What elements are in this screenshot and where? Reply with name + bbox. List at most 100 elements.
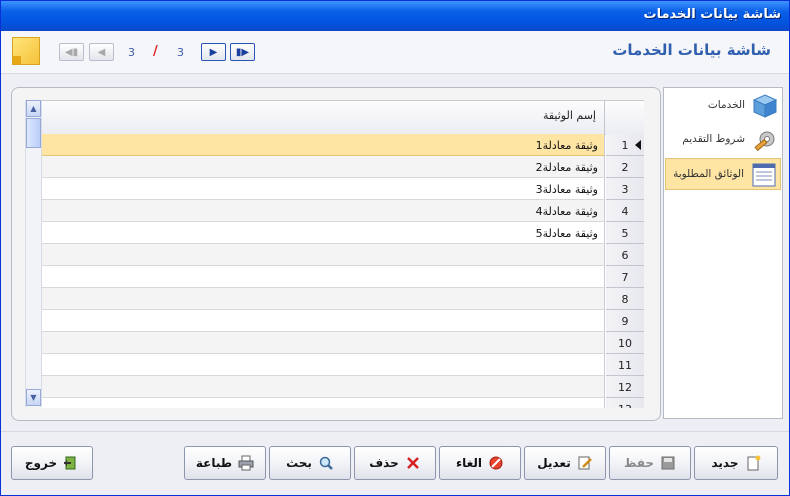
documents-grid: إسم الوثيقة وثيقة معادلة1 1 وثيقة معادلة2 2… bbox=[42, 100, 644, 408]
row-number: 10 bbox=[606, 332, 644, 354]
document-name-cell[interactable] bbox=[42, 266, 605, 288]
title-bar[interactable]: شاشة بيانات الخدمات bbox=[1, 1, 789, 31]
exit-button[interactable]: خروج bbox=[11, 446, 93, 480]
page-separator: / bbox=[153, 44, 158, 59]
row-number: 3 bbox=[606, 178, 644, 200]
row-number: 5 bbox=[606, 222, 644, 244]
row-number: 6 bbox=[606, 244, 644, 266]
printer-icon bbox=[238, 455, 254, 471]
last-record-button[interactable]: ▮▶ bbox=[230, 43, 255, 61]
document-name-cell[interactable]: وثيقة معادلة3 bbox=[42, 178, 605, 200]
last-icon: ▮▶ bbox=[235, 46, 250, 58]
window-title: شاشة بيانات الخدمات bbox=[643, 7, 782, 22]
save-button[interactable]: حفظ bbox=[609, 446, 691, 480]
first-record-button[interactable]: ◀▮ bbox=[59, 43, 84, 61]
save-button-label: حفظ bbox=[623, 456, 655, 470]
sidebar: الخدمات شروط التقديم الوثائق المطلوبة bbox=[663, 87, 783, 419]
new-button-label: جديد bbox=[711, 456, 739, 470]
delete-x-icon bbox=[406, 457, 419, 469]
row-number: 2 bbox=[606, 156, 644, 178]
cancel-button[interactable]: الغاء bbox=[439, 446, 521, 480]
table-row[interactable]: 10 bbox=[42, 332, 644, 354]
row-number: 1 bbox=[606, 134, 644, 156]
no-entry-icon bbox=[489, 456, 503, 470]
sticky-note-icon[interactable] bbox=[12, 37, 40, 65]
current-page: 3 bbox=[128, 46, 135, 59]
scroll-thumb[interactable] bbox=[26, 118, 41, 148]
document-name-cell[interactable] bbox=[42, 244, 605, 266]
row-number: 13 bbox=[606, 398, 644, 408]
sidebar-item-required-documents[interactable]: الوثائق المطلوبة bbox=[665, 158, 781, 190]
total-pages: 3 bbox=[177, 46, 184, 59]
previous-record-button[interactable]: ◀ bbox=[89, 43, 114, 61]
previous-icon: ◀ bbox=[97, 46, 106, 58]
gears-icon bbox=[754, 131, 775, 152]
screen-title: شاشة بيانات الخدمات bbox=[612, 41, 771, 59]
cube-icon bbox=[752, 94, 778, 118]
delete-button-label: حذف bbox=[369, 456, 399, 470]
row-number: 12 bbox=[606, 376, 644, 398]
screen-header: ◀▮ ◀ 3 / 3 ▶ ▮▶ شاشة بيانات الخدمات bbox=[1, 31, 789, 74]
row-number: 7 bbox=[606, 266, 644, 288]
exit-door-icon bbox=[64, 456, 76, 470]
floppy-disk-icon bbox=[661, 456, 675, 470]
grid-header: إسم الوثيقة bbox=[42, 101, 644, 135]
table-row[interactable]: 12 bbox=[42, 376, 644, 398]
row-number: 11 bbox=[606, 354, 644, 376]
document-name-cell[interactable]: وثيقة معادلة5 bbox=[42, 222, 605, 244]
sidebar-item-label: الخدمات bbox=[707, 99, 745, 111]
document-name-cell[interactable]: وثيقة معادلة1 bbox=[42, 134, 605, 156]
document-name-cell[interactable]: وثيقة معادلة2 bbox=[42, 156, 605, 178]
search-button[interactable]: بحث bbox=[269, 446, 351, 480]
table-row[interactable]: وثيقة معادلة1 1 bbox=[42, 134, 644, 156]
new-button[interactable]: جديد bbox=[694, 446, 778, 480]
sidebar-item-label: الوثائق المطلوبة bbox=[673, 168, 744, 180]
chevron-up-icon: ▲ bbox=[30, 104, 37, 113]
first-icon: ◀▮ bbox=[64, 46, 79, 58]
action-toolbar: جديد حفظ تعديل الغاء حذف بحث طباعة خروج bbox=[1, 431, 789, 495]
table-row[interactable]: وثيقة معادلة5 5 bbox=[42, 222, 644, 244]
list-icon bbox=[752, 163, 776, 187]
column-header-document-name[interactable]: إسم الوثيقة bbox=[42, 101, 605, 134]
print-button-label: طباعة bbox=[195, 456, 233, 470]
scroll-down-button[interactable]: ▼ bbox=[26, 389, 41, 406]
table-row[interactable]: وثيقة معادلة3 3 bbox=[42, 178, 644, 200]
chevron-down-icon: ▼ bbox=[30, 393, 37, 402]
next-record-button[interactable]: ▶ bbox=[201, 43, 226, 61]
table-row[interactable]: وثيقة معادلة4 4 bbox=[42, 200, 644, 222]
print-button[interactable]: طباعة bbox=[184, 446, 266, 480]
vertical-scrollbar[interactable]: ▲ ▼ bbox=[25, 100, 42, 407]
table-row[interactable]: 8 bbox=[42, 288, 644, 310]
document-name-cell[interactable] bbox=[42, 398, 605, 408]
scroll-up-button[interactable]: ▲ bbox=[26, 100, 41, 117]
table-row[interactable]: 11 bbox=[42, 354, 644, 376]
document-name-cell[interactable] bbox=[42, 354, 605, 376]
app-window: شاشة بيانات الخدمات ◀▮ ◀ 3 / 3 ▶ ▮▶ شاشة… bbox=[0, 0, 790, 496]
sidebar-item-services[interactable]: الخدمات bbox=[665, 90, 781, 122]
document-name-cell[interactable]: وثيقة معادلة4 bbox=[42, 200, 605, 222]
document-name-cell[interactable] bbox=[42, 288, 605, 310]
new-document-icon bbox=[747, 455, 761, 471]
edit-button-label: تعديل bbox=[537, 456, 571, 470]
row-number: 8 bbox=[606, 288, 644, 310]
document-name-cell[interactable] bbox=[42, 332, 605, 354]
edit-pencil-icon bbox=[578, 456, 592, 470]
document-name-cell[interactable] bbox=[42, 376, 605, 398]
document-name-cell[interactable] bbox=[42, 310, 605, 332]
table-row[interactable]: 9 bbox=[42, 310, 644, 332]
table-row[interactable]: 13 bbox=[42, 398, 644, 408]
search-icon bbox=[319, 456, 333, 470]
row-number: 9 bbox=[606, 310, 644, 332]
sidebar-item-application-terms[interactable]: شروط التقديم bbox=[665, 124, 781, 156]
edit-button[interactable]: تعديل bbox=[524, 446, 606, 480]
exit-button-label: خروج bbox=[24, 456, 58, 470]
sidebar-item-label: شروط التقديم bbox=[682, 133, 745, 145]
cancel-button-label: الغاء bbox=[455, 456, 483, 470]
next-icon: ▶ bbox=[209, 46, 218, 58]
delete-button[interactable]: حذف bbox=[354, 446, 436, 480]
table-row[interactable]: 7 bbox=[42, 266, 644, 288]
table-row[interactable]: 6 bbox=[42, 244, 644, 266]
table-row[interactable]: وثيقة معادلة2 2 bbox=[42, 156, 644, 178]
row-number: 4 bbox=[606, 200, 644, 222]
search-button-label: بحث bbox=[286, 456, 312, 470]
